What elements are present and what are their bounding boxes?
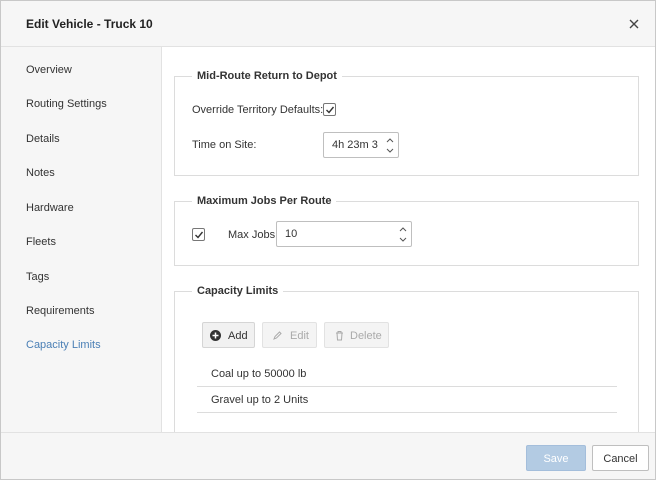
override-territory-checkbox[interactable] bbox=[323, 103, 336, 116]
list-item-text: Gravel up to 2 Units bbox=[211, 394, 309, 406]
add-button-label: Add bbox=[228, 330, 248, 342]
chevron-down-icon[interactable] bbox=[384, 146, 396, 156]
check-icon bbox=[326, 106, 335, 114]
time-on-site-stepper[interactable] bbox=[323, 132, 399, 158]
sidebar-item-fleets[interactable]: Fleets bbox=[26, 236, 56, 248]
sidebar-item-hardware[interactable]: Hardware bbox=[26, 202, 74, 214]
cancel-button-label: Cancel bbox=[603, 453, 638, 465]
sidebar-item-capacity-limits[interactable]: Capacity Limits bbox=[26, 339, 101, 351]
max-jobs-input[interactable] bbox=[285, 228, 385, 240]
close-icon[interactable] bbox=[627, 17, 641, 31]
dialog-footer: Save Cancel bbox=[1, 432, 655, 479]
sidebar-item-routing-settings[interactable]: Routing Settings bbox=[26, 98, 107, 110]
content-panel: Mid-Route Return to Depot Override Terri… bbox=[163, 47, 655, 432]
pencil-icon bbox=[273, 331, 282, 340]
save-button[interactable]: Save bbox=[526, 445, 586, 471]
add-button[interactable]: Add bbox=[202, 322, 255, 348]
max-jobs-checkbox[interactable] bbox=[192, 228, 205, 241]
max-jobs-legend: Maximum Jobs Per Route bbox=[192, 195, 337, 207]
delete-button[interactable]: Delete bbox=[324, 322, 389, 348]
max-jobs-stepper[interactable] bbox=[276, 221, 412, 247]
sidebar-item-overview[interactable]: Overview bbox=[26, 64, 72, 76]
dialog-title: Edit Vehicle - Truck 10 bbox=[26, 17, 153, 31]
capacity-limits-legend: Capacity Limits bbox=[192, 285, 284, 297]
check-icon bbox=[195, 231, 204, 239]
plus-circle-icon bbox=[210, 330, 221, 341]
sidebar-item-requirements[interactable]: Requirements bbox=[26, 305, 94, 317]
max-jobs-section: Maximum Jobs Per Route Max Jobs: bbox=[174, 195, 639, 266]
edit-button-label: Edit bbox=[290, 330, 309, 342]
chevron-up-icon[interactable] bbox=[384, 135, 396, 145]
mid-route-section: Mid-Route Return to Depot Override Terri… bbox=[174, 70, 639, 176]
sidebar-item-notes[interactable]: Notes bbox=[26, 167, 55, 179]
time-on-site-input[interactable] bbox=[332, 139, 380, 151]
list-item[interactable]: Coal up to 50000 lb bbox=[197, 361, 617, 387]
list-item-text: Coal up to 50000 lb bbox=[211, 368, 307, 380]
dialog-header: Edit Vehicle - Truck 10 bbox=[1, 1, 655, 47]
save-button-label: Save bbox=[543, 453, 569, 465]
edit-button[interactable]: Edit bbox=[262, 322, 317, 348]
sidebar-nav: Overview Routing Settings Details Notes … bbox=[1, 47, 162, 432]
chevron-down-icon[interactable] bbox=[397, 235, 409, 245]
time-on-site-label: Time on Site: bbox=[192, 139, 257, 151]
sidebar-item-details[interactable]: Details bbox=[26, 133, 60, 145]
capacity-limits-section: Capacity Limits Add Edit Delete Coal up … bbox=[174, 285, 639, 432]
list-item[interactable]: Gravel up to 2 Units bbox=[197, 387, 617, 413]
mid-route-legend: Mid-Route Return to Depot bbox=[192, 70, 342, 82]
sidebar-item-tags[interactable]: Tags bbox=[26, 271, 49, 283]
max-jobs-label: Max Jobs: bbox=[228, 229, 279, 241]
cancel-button[interactable]: Cancel bbox=[592, 445, 649, 471]
delete-button-label: Delete bbox=[350, 330, 382, 342]
trash-icon bbox=[336, 331, 343, 341]
edit-vehicle-dialog: Edit Vehicle - Truck 10 Overview Routing… bbox=[0, 0, 656, 480]
chevron-up-icon[interactable] bbox=[397, 224, 409, 234]
override-territory-label: Override Territory Defaults: bbox=[192, 104, 324, 116]
